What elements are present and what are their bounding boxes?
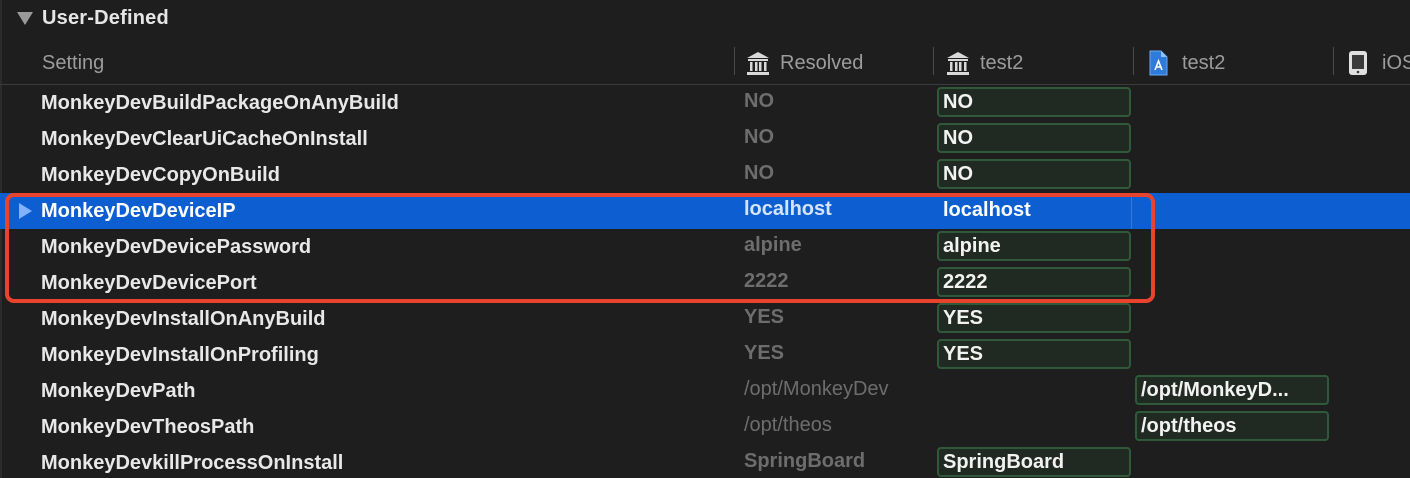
project-value-field[interactable]: NO: [937, 123, 1131, 153]
column-header-resolved-label: Resolved: [780, 51, 864, 74]
column-header-setting[interactable]: Setting: [42, 42, 104, 84]
setting-row[interactable]: MonkeyDevTheosPath /opt/theos /opt/theos: [0, 409, 1410, 445]
project-value-field[interactable]: NO: [937, 87, 1131, 117]
project-value-field[interactable]: 2222: [937, 267, 1131, 297]
setting-row[interactable]: MonkeyDevBuildPackageOnAnyBuild NO NO: [0, 85, 1410, 121]
app-document-icon: [1144, 49, 1172, 77]
setting-row[interactable]: MonkeyDevPath /opt/MonkeyDev /opt/Monkey…: [0, 373, 1410, 409]
project-value-field[interactable]: localhost: [937, 195, 1131, 225]
resolved-value: NO: [744, 126, 774, 148]
column-divider: [1131, 193, 1132, 229]
target-value-field[interactable]: /opt/MonkeyD...: [1135, 375, 1329, 405]
setting-row[interactable]: MonkeyDevDevicePassword alpine alpine: [0, 229, 1410, 265]
disclosure-triangle-icon[interactable]: [17, 12, 33, 25]
setting-name: MonkeyDevBuildPackageOnAnyBuild: [41, 92, 399, 114]
resolved-value: YES: [744, 342, 785, 364]
project-value-field[interactable]: YES: [937, 339, 1131, 369]
resolved-value: alpine: [744, 234, 802, 256]
setting-name: MonkeyDevDevicePassword: [41, 236, 312, 258]
project-building-icon: [944, 49, 972, 77]
column-header-platform[interactable]: iOS: [1344, 42, 1410, 84]
resolved-value: 2222: [744, 270, 789, 292]
resolved-value: YES: [744, 306, 785, 328]
expand-arrow-icon[interactable]: [19, 203, 32, 219]
setting-name: MonkeyDevClearUiCacheOnInstall: [41, 128, 368, 150]
project-value-field[interactable]: YES: [937, 303, 1131, 333]
setting-name: MonkeyDevInstallOnAnyBuild: [41, 308, 326, 330]
setting-name: MonkeyDevDeviceIP: [41, 200, 236, 222]
column-header-row: Setting Resolved test2 test2 iOS: [0, 42, 1410, 85]
setting-row[interactable]: MonkeyDevInstallOnAnyBuild YES YES: [0, 301, 1410, 337]
setting-name: MonkeyDevTheosPath: [41, 416, 255, 438]
column-separator[interactable]: [933, 47, 934, 75]
project-value-field[interactable]: NO: [937, 159, 1131, 189]
column-header-target-label: test2: [1182, 51, 1226, 74]
column-header-target[interactable]: test2: [1144, 42, 1225, 84]
setting-row[interactable]: MonkeyDevClearUiCacheOnInstall NO NO: [0, 121, 1410, 157]
setting-name: MonkeyDevCopyOnBuild: [41, 164, 280, 186]
column-header-platform-label: iOS: [1382, 51, 1410, 74]
build-settings-panel: User-Defined Setting Resolved test2 test…: [0, 0, 1410, 478]
resolved-value: /opt/theos: [744, 414, 832, 436]
setting-name: MonkeyDevPath: [41, 380, 196, 402]
column-separator[interactable]: [734, 47, 735, 75]
project-value-field[interactable]: alpine: [937, 231, 1131, 261]
resolved-value: NO: [744, 90, 774, 112]
target-value-field[interactable]: /opt/theos: [1135, 411, 1329, 441]
column-header-resolved[interactable]: Resolved: [744, 42, 863, 84]
column-header-project-label: test2: [980, 51, 1024, 74]
setting-row[interactable]: MonkeyDevkillProcessOnInstall SpringBoar…: [0, 445, 1410, 478]
column-separator[interactable]: [1133, 47, 1134, 75]
setting-name: MonkeyDevInstallOnProfiling: [41, 344, 319, 366]
setting-row[interactable]: MonkeyDevDevicePort 2222 2222: [0, 265, 1410, 301]
column-separator[interactable]: [1333, 47, 1334, 75]
resolved-value: localhost: [744, 198, 832, 220]
section-header[interactable]: User-Defined: [0, 0, 1410, 40]
resolved-value: /opt/MonkeyDev: [744, 378, 889, 400]
setting-row[interactable]: MonkeyDevInstallOnProfiling YES YES: [0, 337, 1410, 373]
section-title: User-Defined: [42, 7, 169, 29]
setting-row[interactable]: MonkeyDevCopyOnBuild NO NO: [0, 157, 1410, 193]
setting-name: MonkeyDevkillProcessOnInstall: [41, 452, 344, 474]
device-icon: [1344, 49, 1372, 77]
project-value-field[interactable]: SpringBoard: [937, 447, 1131, 477]
column-header-setting-label: Setting: [42, 51, 105, 74]
project-building-icon: [744, 49, 772, 77]
resolved-value: SpringBoard: [744, 450, 866, 472]
column-header-project[interactable]: test2: [944, 42, 1023, 84]
setting-name: MonkeyDevDevicePort: [41, 272, 257, 294]
setting-row-selected[interactable]: MonkeyDevDeviceIP localhost localhost: [0, 193, 1410, 229]
resolved-value: NO: [744, 162, 774, 184]
